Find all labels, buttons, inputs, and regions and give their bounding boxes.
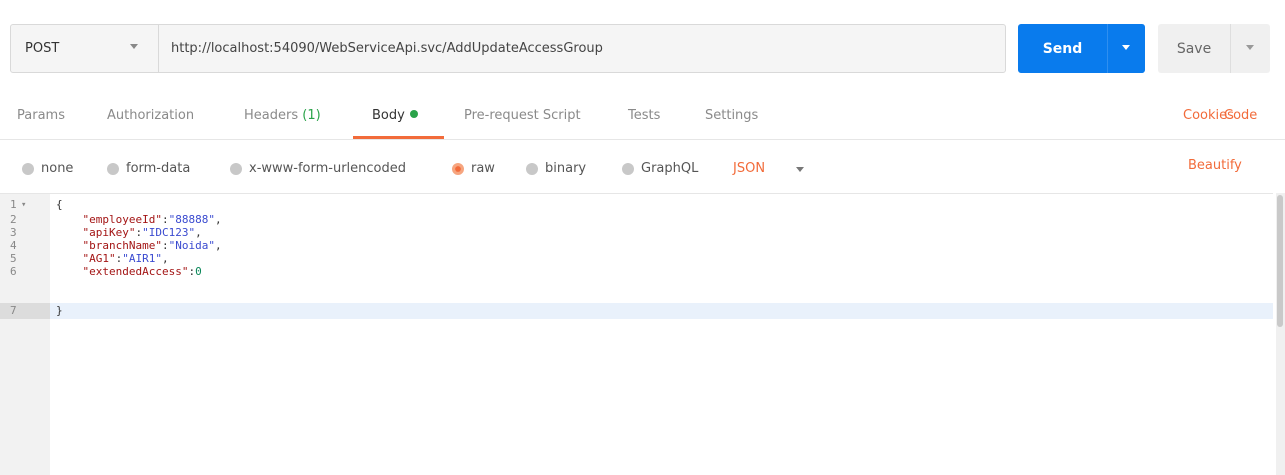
line-number: 6	[10, 265, 17, 278]
code-text: "apiKey":"IDC123",	[82, 226, 202, 239]
code-line: 6 "extendedAccess":0	[0, 266, 1273, 278]
line-number: 5	[10, 252, 17, 265]
body-type-label: x-www-form-urlencoded	[249, 161, 407, 176]
request-bar: POST http://localhost:54090/WebServiceAp…	[10, 24, 1006, 73]
line-number: 7	[0, 303, 50, 319]
chevron-down-icon[interactable]	[796, 167, 804, 172]
tab-authorization[interactable]: Authorization	[107, 108, 194, 123]
tab-pre-request-script[interactable]: Pre-request Script	[464, 108, 581, 123]
format-select[interactable]: JSON	[733, 161, 765, 176]
radio-icon	[107, 162, 119, 175]
chevron-down-icon	[1122, 45, 1130, 50]
body-type-binary[interactable]: binary	[526, 161, 586, 176]
line-number: 2	[10, 213, 17, 226]
radio-icon	[526, 162, 538, 175]
code-editor[interactable]: 1 ▾ { 2 "employeeId":"88888", 3 "apiKey"…	[0, 193, 1273, 475]
body-type-label: GraphQL	[641, 161, 699, 176]
beautify-link[interactable]: Beautify	[1188, 158, 1242, 173]
body-type-label: form-data	[126, 161, 191, 176]
body-type-graphql[interactable]: GraphQL	[622, 161, 698, 176]
code-text: "branchName":"Noida",	[82, 239, 222, 252]
code-text: }	[56, 304, 63, 317]
modified-dot-icon	[409, 110, 418, 118]
code-link[interactable]: Code	[1224, 108, 1257, 123]
code-text: {	[56, 198, 63, 211]
tab-body-label: Body	[372, 108, 405, 123]
save-dropdown[interactable]	[1231, 24, 1270, 73]
tab-tests[interactable]: Tests	[628, 108, 660, 123]
url-input[interactable]: http://localhost:54090/WebServiceApi.svc…	[159, 25, 1005, 72]
radio-selected-icon	[452, 162, 464, 175]
body-type-options: none form-data x-www-form-urlencoded raw…	[0, 150, 1285, 190]
tab-headers[interactable]: Headers (1)	[244, 108, 321, 123]
body-type-label: binary	[545, 161, 587, 176]
code-text: "extendedAccess":0	[82, 265, 202, 278]
radio-icon	[22, 162, 34, 175]
body-type-label: raw	[471, 161, 495, 176]
body-type-raw[interactable]: raw	[452, 161, 495, 176]
line-number: 4	[10, 239, 17, 252]
code-line: 5 "AG1":"AIR1",	[0, 253, 1273, 265]
tab-body[interactable]: Body	[372, 108, 418, 123]
send-button[interactable]: Send	[1018, 24, 1145, 73]
body-type-form-data[interactable]: form-data	[107, 161, 190, 176]
body-type-label: none	[41, 161, 74, 176]
chevron-down-icon	[1246, 45, 1254, 50]
fold-arrow-icon[interactable]: ▾	[21, 199, 26, 211]
radio-icon	[622, 162, 634, 175]
headers-count-badge: (1)	[302, 108, 321, 123]
tab-settings[interactable]: Settings	[705, 108, 758, 123]
body-type-urlencoded[interactable]: x-www-form-urlencoded	[230, 161, 406, 176]
save-label: Save	[1176, 40, 1212, 57]
save-button[interactable]: Save	[1158, 24, 1270, 73]
tab-headers-label: Headers	[244, 108, 299, 123]
radio-icon	[230, 162, 242, 175]
method-select[interactable]: POST	[11, 25, 159, 72]
body-type-none[interactable]: none	[22, 161, 73, 176]
method-label: POST	[25, 41, 60, 56]
send-label: Send	[1042, 40, 1083, 57]
active-tab-indicator	[353, 136, 444, 139]
editor-scrollbar-thumb[interactable]	[1277, 195, 1283, 327]
line-number: 3	[10, 226, 17, 239]
send-dropdown[interactable]	[1108, 24, 1145, 73]
code-line: 3 "apiKey":"IDC123",	[0, 227, 1273, 239]
code-text: "AG1":"AIR1",	[82, 252, 169, 265]
code-line: 2 "employeeId":"88888",	[0, 214, 1273, 226]
code-line: 1 ▾ {	[0, 199, 1273, 211]
code-line: 4 "branchName":"Noida",	[0, 240, 1273, 252]
request-tabs: Params Authorization Headers (1) Body Pr…	[0, 96, 1285, 140]
code-text: "employeeId":"88888",	[82, 213, 222, 226]
code-line-active: 7 }	[0, 303, 1273, 319]
chevron-down-icon	[130, 44, 138, 49]
tab-params[interactable]: Params	[17, 108, 65, 123]
